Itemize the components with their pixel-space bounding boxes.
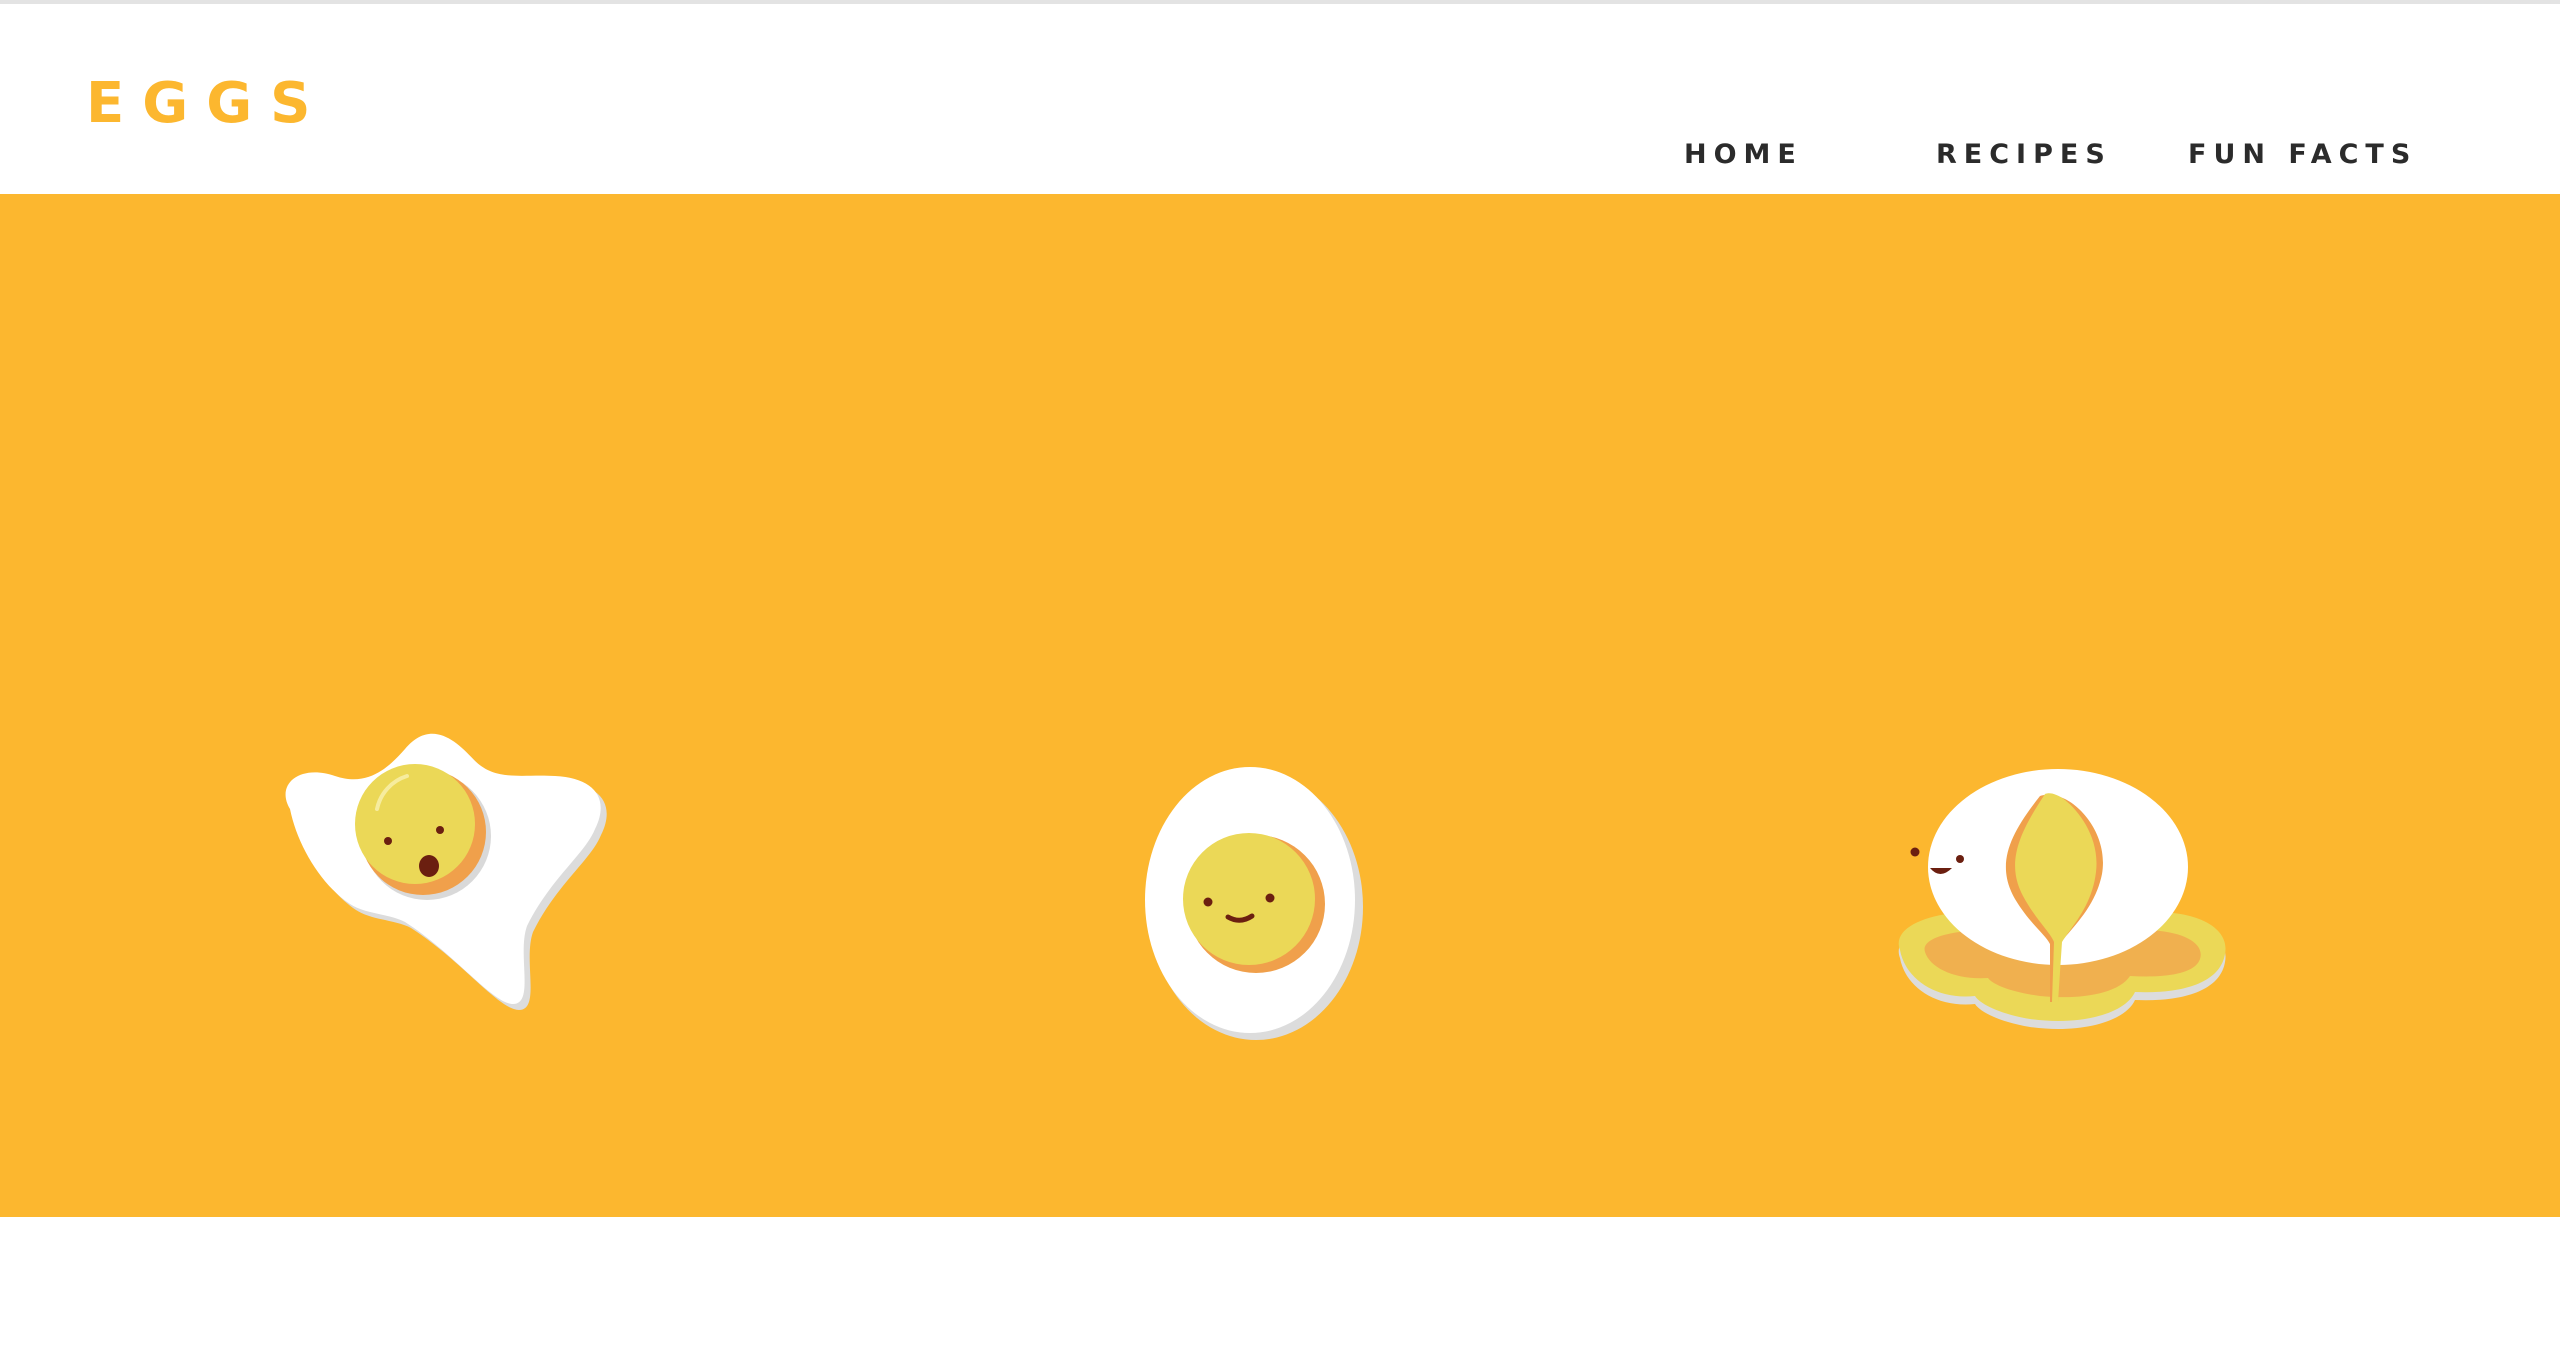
nav-home-link[interactable]: HOME — [1684, 141, 1803, 168]
boiled-egg-icon — [1130, 564, 1370, 1054]
site-logo[interactable]: EGGS — [86, 76, 329, 132]
page-footer-space — [0, 1217, 2560, 1346]
site-header: EGGS HOME RECIPES FUN FACTS — [0, 4, 2560, 194]
nav-fun-facts-link[interactable]: FUN FACTS — [2188, 141, 2417, 168]
poached-egg-icon — [1880, 564, 2240, 1054]
fried-egg-icon — [255, 544, 635, 1064]
nav-recipes-link[interactable]: RECIPES — [1936, 141, 2112, 168]
hero-banner — [0, 194, 2560, 1217]
